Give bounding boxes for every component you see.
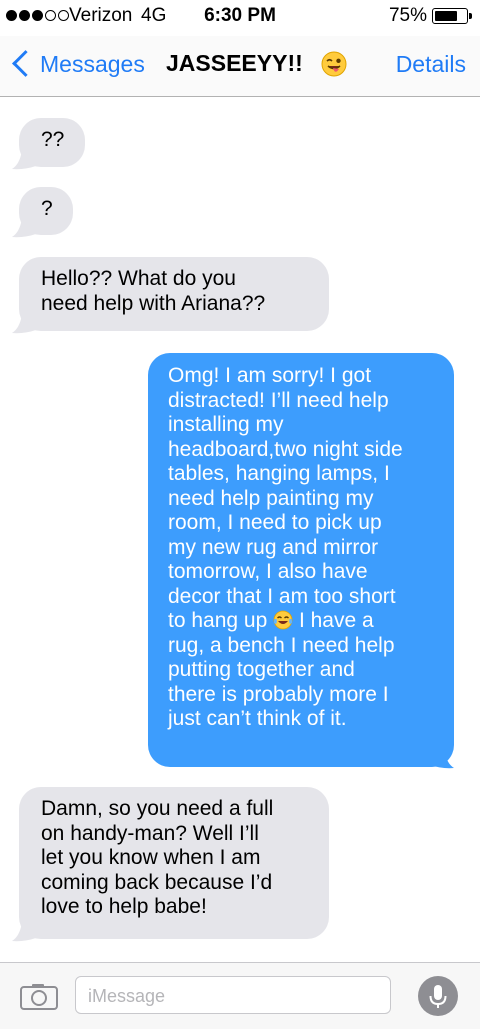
sent-message-bubble[interactable]: Omg! I am sorry! I got distracted! I’ll … bbox=[148, 353, 454, 767]
bubble-tail bbox=[12, 922, 36, 942]
back-to-messages-button[interactable]: Messages bbox=[40, 51, 145, 78]
message-thread[interactable]: ?? ? Hello?? What do you need help with … bbox=[0, 97, 480, 962]
message-text: Omg! I am sorry! I got distracted! I’ll … bbox=[168, 364, 403, 632]
details-button[interactable]: Details bbox=[396, 51, 466, 78]
message-text: Hello?? What do you need help with Arian… bbox=[41, 267, 266, 315]
conversation-header: Messages JASSEEYY!! Details bbox=[0, 36, 480, 97]
message-text: ? bbox=[41, 197, 53, 220]
message-text: Damn, so you need a full on handy-man? W… bbox=[41, 797, 274, 918]
winking-face-with-tongue-icon bbox=[321, 51, 347, 77]
compose-bar: iMessage bbox=[0, 962, 480, 1029]
bubble-tail bbox=[12, 218, 36, 238]
bubble-tail bbox=[430, 749, 454, 769]
tears-of-joy-icon bbox=[273, 610, 293, 630]
imessage-input[interactable]: iMessage bbox=[75, 976, 391, 1014]
received-message-bubble[interactable]: Damn, so you need a full on handy-man? W… bbox=[19, 787, 329, 939]
battery-percent: 75% bbox=[388, 5, 427, 26]
back-chevron-icon[interactable] bbox=[12, 50, 39, 77]
camera-icon[interactable] bbox=[20, 983, 58, 1010]
message-text: ?? bbox=[41, 128, 65, 151]
battery-icon bbox=[432, 8, 472, 24]
battery-nub bbox=[469, 13, 472, 19]
received-message-bubble[interactable]: Hello?? What do you need help with Arian… bbox=[19, 257, 329, 331]
battery-level-fill bbox=[434, 10, 457, 21]
microphone-button[interactable] bbox=[418, 976, 458, 1016]
bubble-tail bbox=[12, 314, 36, 334]
microphone-icon bbox=[429, 985, 447, 1008]
bubble-tail bbox=[12, 150, 36, 170]
status-bar: Verizon 4G 6:30 PM 75% bbox=[0, 0, 480, 36]
contact-name-title: JASSEEYY!! bbox=[166, 50, 303, 76]
